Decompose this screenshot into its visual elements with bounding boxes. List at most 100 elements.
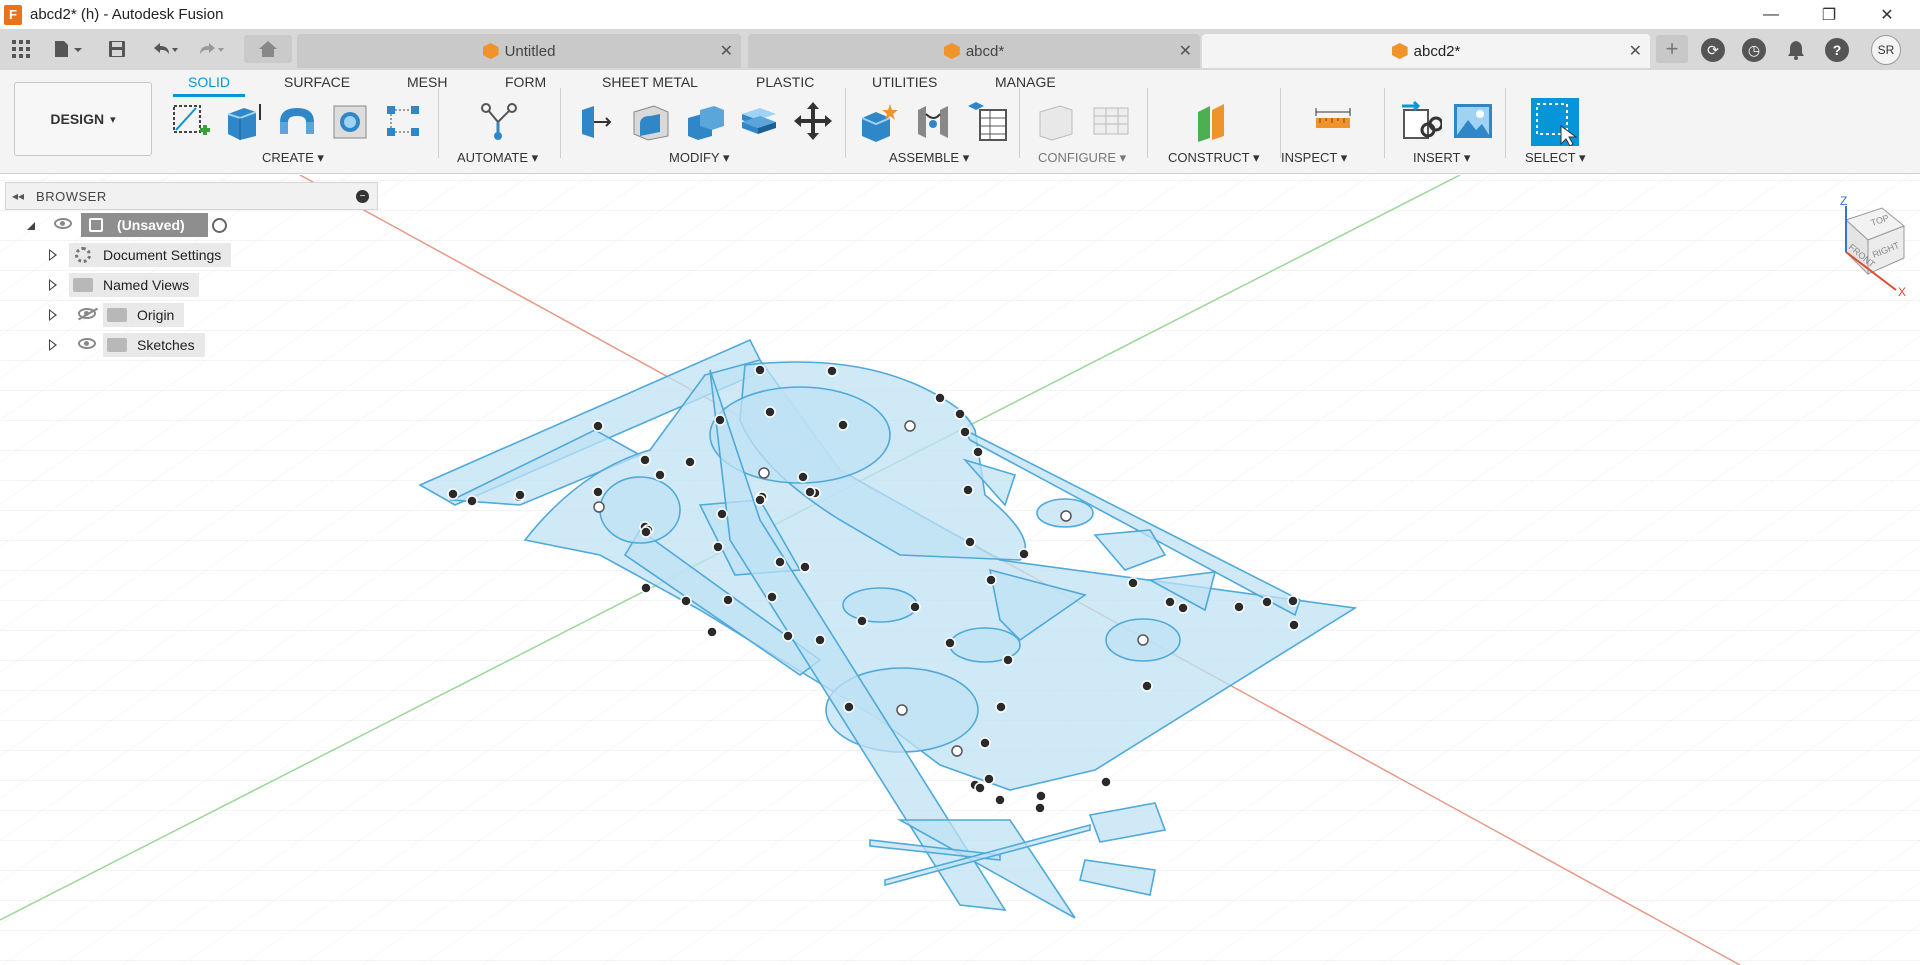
automate-menu[interactable]: AUTOMATE ▾ xyxy=(457,150,538,166)
save-icon[interactable] xyxy=(104,35,130,63)
active-tab-indicator xyxy=(173,94,245,97)
tab-solid[interactable]: SOLID xyxy=(188,74,230,90)
root-component[interactable]: (Unsaved) xyxy=(81,213,208,237)
tab-form[interactable]: FORM xyxy=(505,74,546,90)
design-cube-icon xyxy=(943,43,960,59)
undo-icon[interactable] xyxy=(146,35,182,63)
home-icon[interactable] xyxy=(244,35,292,63)
select-icon[interactable] xyxy=(1531,98,1579,147)
revolve-icon[interactable] xyxy=(276,100,318,142)
insert-image-icon[interactable] xyxy=(1452,100,1494,142)
automate-icon[interactable] xyxy=(478,100,520,142)
configure-rows-icon xyxy=(1090,100,1132,142)
separator xyxy=(845,88,846,158)
expand-triangle-icon[interactable] xyxy=(49,339,57,351)
browser-item-box[interactable]: Origin xyxy=(103,303,185,327)
construct-menu[interactable]: CONSTRUCT ▾ xyxy=(1168,150,1260,166)
browser-item-sketches[interactable]: Sketches xyxy=(5,330,378,360)
hole-icon[interactable] xyxy=(330,100,372,142)
configure-menu[interactable]: CONFIGURE ▾ xyxy=(1038,150,1126,166)
new-tab-icon[interactable]: + xyxy=(1656,35,1688,63)
tab-label: Untitled xyxy=(504,42,556,60)
design-cube-icon xyxy=(1391,43,1408,59)
tab-abcd[interactable]: abcd* ✕ xyxy=(748,34,1200,68)
design-cube-icon xyxy=(482,43,499,59)
browser-item-document-settings[interactable]: Document Settings xyxy=(5,240,378,270)
assemble-menu[interactable]: ASSEMBLE ▾ xyxy=(889,150,969,166)
avatar[interactable]: SR xyxy=(1871,35,1901,65)
browser-item-box[interactable]: Sketches xyxy=(103,333,205,357)
press-pull-icon[interactable] xyxy=(576,100,618,142)
maximize-button[interactable]: ❐ xyxy=(1806,0,1852,29)
tab-label: abcd* xyxy=(965,42,1005,60)
document-tab-bar: Untitled ✕ abcd* ✕ abcd2* ✕ + ⟳ ◷ ? SR xyxy=(0,29,1920,70)
workspace-switcher[interactable]: DESIGN ▾ xyxy=(14,82,152,156)
extensions-icon[interactable]: ⟳ xyxy=(1701,38,1725,62)
tab-utilities[interactable]: UTILITIES xyxy=(872,74,937,90)
collapse-triangle-icon[interactable] xyxy=(27,222,35,230)
view-cube[interactable]: TOP FRONT RIGHT Z X xyxy=(1812,196,1912,296)
browser-item-box[interactable]: Named Views xyxy=(69,273,200,297)
close-tab-icon[interactable]: ✕ xyxy=(1629,41,1642,61)
tab-manage[interactable]: MANAGE xyxy=(995,74,1056,90)
tab-untitled[interactable]: Untitled ✕ xyxy=(297,34,741,68)
move-copy-icon[interactable] xyxy=(792,100,834,142)
separator xyxy=(438,88,439,158)
toolbar-ribbon: DESIGN ▾ SOLID SURFACE MESH FORM SHEET M… xyxy=(0,70,1920,174)
browser-item-origin[interactable]: Origin xyxy=(5,300,378,330)
tab-mesh[interactable]: MESH xyxy=(407,74,447,90)
expand-triangle-icon[interactable] xyxy=(49,279,57,291)
shell-icon[interactable] xyxy=(738,100,780,142)
redo-icon[interactable] xyxy=(192,35,228,63)
app-grid-icon[interactable] xyxy=(8,35,34,63)
collapse-browser-icon[interactable]: ◂◂ xyxy=(12,189,24,203)
minimize-browser-icon[interactable]: − xyxy=(356,190,369,203)
notifications-bell-icon[interactable] xyxy=(1784,38,1808,62)
joint-icon[interactable] xyxy=(912,100,954,142)
visibility-eye-icon[interactable] xyxy=(54,218,72,229)
insert-menu[interactable]: INSERT ▾ xyxy=(1413,150,1470,166)
activate-radio-icon[interactable] xyxy=(212,218,227,233)
browser-item-named-views[interactable]: Named Views xyxy=(5,270,378,300)
tab-sheet-metal[interactable]: SHEET METAL xyxy=(602,74,698,90)
new-component-icon[interactable] xyxy=(858,100,900,142)
fusion-app-icon: F xyxy=(4,4,22,25)
job-status-icon[interactable]: ◷ xyxy=(1742,38,1766,62)
browser-root-node[interactable]: (Unsaved) xyxy=(5,210,378,240)
inspect-menu[interactable]: INSPECT ▾ xyxy=(1281,150,1347,166)
gear-icon xyxy=(75,247,91,263)
close-tab-icon[interactable]: ✕ xyxy=(720,41,733,61)
expand-triangle-icon[interactable] xyxy=(49,309,57,321)
tab-plastic[interactable]: PLASTIC xyxy=(756,74,814,90)
file-menu-icon[interactable] xyxy=(48,35,88,63)
window-title: abcd2* (h) - Autodesk Fusion xyxy=(30,6,224,23)
separator xyxy=(1505,88,1506,158)
offset-plane-icon[interactable] xyxy=(1194,100,1236,142)
create-sketch-icon[interactable] xyxy=(170,100,212,142)
close-tab-icon[interactable]: ✕ xyxy=(1179,41,1192,61)
measure-icon[interactable] xyxy=(1312,100,1354,142)
browser-item-box[interactable]: Document Settings xyxy=(69,243,232,267)
fillet-icon[interactable] xyxy=(630,100,672,142)
configure-table-icon xyxy=(1036,100,1078,142)
combine-icon[interactable] xyxy=(684,100,726,142)
chevron-down-icon: ▾ xyxy=(110,113,116,126)
modify-menu[interactable]: MODIFY ▾ xyxy=(669,150,729,166)
expand-triangle-icon[interactable] xyxy=(49,249,57,261)
bill-of-materials-icon[interactable] xyxy=(966,100,1008,142)
extrude-icon[interactable] xyxy=(222,100,264,142)
pattern-icon[interactable] xyxy=(383,100,425,142)
separator xyxy=(1280,88,1281,158)
tab-surface[interactable]: SURFACE xyxy=(284,74,350,90)
create-menu[interactable]: CREATE ▾ xyxy=(262,150,324,166)
minimize-button[interactable]: — xyxy=(1748,0,1794,29)
close-window-button[interactable]: ✕ xyxy=(1864,0,1910,29)
visibility-eye-icon[interactable] xyxy=(78,338,96,349)
insert-derive-icon[interactable] xyxy=(1400,100,1444,142)
visibility-hidden-icon[interactable] xyxy=(78,308,96,319)
browser-item-label: Sketches xyxy=(137,337,195,353)
tab-abcd2[interactable]: abcd2* ✕ xyxy=(1202,34,1650,68)
help-icon[interactable]: ? xyxy=(1825,38,1849,62)
tab-label: abcd2* xyxy=(1413,42,1461,60)
select-menu[interactable]: SELECT ▾ xyxy=(1525,150,1585,166)
